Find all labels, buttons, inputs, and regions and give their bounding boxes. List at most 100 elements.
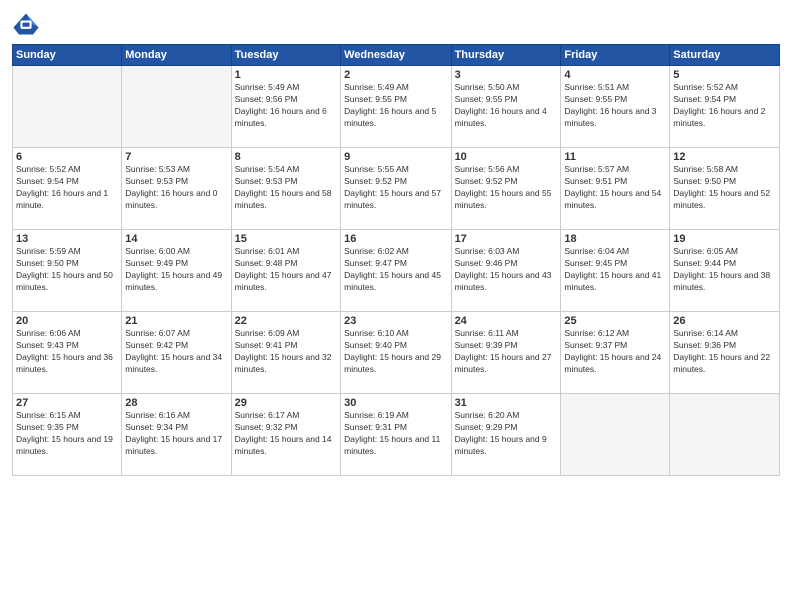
day-info: Sunrise: 6:16 AMSunset: 9:34 PMDaylight:… <box>125 410 227 458</box>
header-wednesday: Wednesday <box>341 45 451 66</box>
day-number: 12 <box>673 151 776 163</box>
day-info: Sunrise: 5:56 AMSunset: 9:52 PMDaylight:… <box>455 164 558 212</box>
page-container: Sunday Monday Tuesday Wednesday Thursday… <box>0 0 792 486</box>
day-number: 7 <box>125 151 227 163</box>
header-tuesday: Tuesday <box>231 45 340 66</box>
day-number: 31 <box>455 397 558 409</box>
day-info: Sunrise: 6:03 AMSunset: 9:46 PMDaylight:… <box>455 246 558 294</box>
day-info: Sunrise: 6:01 AMSunset: 9:48 PMDaylight:… <box>235 246 337 294</box>
day-info: Sunrise: 5:49 AMSunset: 9:55 PMDaylight:… <box>344 82 447 130</box>
calendar-cell: 17Sunrise: 6:03 AMSunset: 9:46 PMDayligh… <box>451 230 561 312</box>
day-number: 20 <box>16 315 118 327</box>
calendar-cell: 28Sunrise: 6:16 AMSunset: 9:34 PMDayligh… <box>122 394 231 476</box>
day-number: 11 <box>564 151 666 163</box>
day-number: 18 <box>564 233 666 245</box>
calendar-cell: 13Sunrise: 5:59 AMSunset: 9:50 PMDayligh… <box>13 230 122 312</box>
calendar-cell: 18Sunrise: 6:04 AMSunset: 9:45 PMDayligh… <box>561 230 670 312</box>
day-info: Sunrise: 6:00 AMSunset: 9:49 PMDaylight:… <box>125 246 227 294</box>
calendar-week-row-3: 13Sunrise: 5:59 AMSunset: 9:50 PMDayligh… <box>13 230 780 312</box>
calendar-cell: 21Sunrise: 6:07 AMSunset: 9:42 PMDayligh… <box>122 312 231 394</box>
day-info: Sunrise: 6:04 AMSunset: 9:45 PMDaylight:… <box>564 246 666 294</box>
day-number: 14 <box>125 233 227 245</box>
calendar-cell: 8Sunrise: 5:54 AMSunset: 9:53 PMDaylight… <box>231 148 340 230</box>
calendar-cell: 25Sunrise: 6:12 AMSunset: 9:37 PMDayligh… <box>561 312 670 394</box>
day-info: Sunrise: 5:52 AMSunset: 9:54 PMDaylight:… <box>673 82 776 130</box>
calendar-cell: 10Sunrise: 5:56 AMSunset: 9:52 PMDayligh… <box>451 148 561 230</box>
calendar-cell: 29Sunrise: 6:17 AMSunset: 9:32 PMDayligh… <box>231 394 340 476</box>
header <box>12 10 780 38</box>
header-friday: Friday <box>561 45 670 66</box>
day-number: 6 <box>16 151 118 163</box>
day-number: 9 <box>344 151 447 163</box>
logo-icon <box>12 10 40 38</box>
calendar-cell: 22Sunrise: 6:09 AMSunset: 9:41 PMDayligh… <box>231 312 340 394</box>
calendar-cell: 24Sunrise: 6:11 AMSunset: 9:39 PMDayligh… <box>451 312 561 394</box>
calendar-cell: 1Sunrise: 5:49 AMSunset: 9:56 PMDaylight… <box>231 66 340 148</box>
day-info: Sunrise: 6:11 AMSunset: 9:39 PMDaylight:… <box>455 328 558 376</box>
calendar-cell <box>561 394 670 476</box>
calendar-cell: 27Sunrise: 6:15 AMSunset: 9:35 PMDayligh… <box>13 394 122 476</box>
day-number: 26 <box>673 315 776 327</box>
calendar-cell: 2Sunrise: 5:49 AMSunset: 9:55 PMDaylight… <box>341 66 451 148</box>
calendar-week-row-2: 6Sunrise: 5:52 AMSunset: 9:54 PMDaylight… <box>13 148 780 230</box>
day-info: Sunrise: 6:14 AMSunset: 9:36 PMDaylight:… <box>673 328 776 376</box>
calendar-cell <box>670 394 780 476</box>
day-info: Sunrise: 6:02 AMSunset: 9:47 PMDaylight:… <box>344 246 447 294</box>
day-number: 27 <box>16 397 118 409</box>
calendar-cell: 26Sunrise: 6:14 AMSunset: 9:36 PMDayligh… <box>670 312 780 394</box>
day-info: Sunrise: 5:59 AMSunset: 9:50 PMDaylight:… <box>16 246 118 294</box>
calendar-cell <box>122 66 231 148</box>
day-number: 2 <box>344 69 447 81</box>
day-number: 4 <box>564 69 666 81</box>
day-info: Sunrise: 6:17 AMSunset: 9:32 PMDaylight:… <box>235 410 337 458</box>
calendar-cell: 15Sunrise: 6:01 AMSunset: 9:48 PMDayligh… <box>231 230 340 312</box>
day-number: 16 <box>344 233 447 245</box>
calendar-cell: 4Sunrise: 5:51 AMSunset: 9:55 PMDaylight… <box>561 66 670 148</box>
day-info: Sunrise: 6:06 AMSunset: 9:43 PMDaylight:… <box>16 328 118 376</box>
day-number: 24 <box>455 315 558 327</box>
calendar-cell: 7Sunrise: 5:53 AMSunset: 9:53 PMDaylight… <box>122 148 231 230</box>
day-number: 1 <box>235 69 337 81</box>
day-info: Sunrise: 5:50 AMSunset: 9:55 PMDaylight:… <box>455 82 558 130</box>
logo <box>12 10 44 38</box>
day-info: Sunrise: 5:55 AMSunset: 9:52 PMDaylight:… <box>344 164 447 212</box>
day-number: 3 <box>455 69 558 81</box>
calendar-cell: 5Sunrise: 5:52 AMSunset: 9:54 PMDaylight… <box>670 66 780 148</box>
day-info: Sunrise: 6:09 AMSunset: 9:41 PMDaylight:… <box>235 328 337 376</box>
day-number: 29 <box>235 397 337 409</box>
calendar-week-row-4: 20Sunrise: 6:06 AMSunset: 9:43 PMDayligh… <box>13 312 780 394</box>
calendar-week-row-5: 27Sunrise: 6:15 AMSunset: 9:35 PMDayligh… <box>13 394 780 476</box>
day-info: Sunrise: 6:20 AMSunset: 9:29 PMDaylight:… <box>455 410 558 458</box>
calendar-cell: 3Sunrise: 5:50 AMSunset: 9:55 PMDaylight… <box>451 66 561 148</box>
day-number: 15 <box>235 233 337 245</box>
header-sunday: Sunday <box>13 45 122 66</box>
day-number: 28 <box>125 397 227 409</box>
day-info: Sunrise: 6:05 AMSunset: 9:44 PMDaylight:… <box>673 246 776 294</box>
calendar-cell: 16Sunrise: 6:02 AMSunset: 9:47 PMDayligh… <box>341 230 451 312</box>
calendar-cell: 6Sunrise: 5:52 AMSunset: 9:54 PMDaylight… <box>13 148 122 230</box>
header-saturday: Saturday <box>670 45 780 66</box>
day-number: 13 <box>16 233 118 245</box>
day-number: 22 <box>235 315 337 327</box>
calendar-cell: 12Sunrise: 5:58 AMSunset: 9:50 PMDayligh… <box>670 148 780 230</box>
day-info: Sunrise: 5:58 AMSunset: 9:50 PMDaylight:… <box>673 164 776 212</box>
calendar-cell: 31Sunrise: 6:20 AMSunset: 9:29 PMDayligh… <box>451 394 561 476</box>
day-number: 25 <box>564 315 666 327</box>
day-number: 19 <box>673 233 776 245</box>
day-info: Sunrise: 5:54 AMSunset: 9:53 PMDaylight:… <box>235 164 337 212</box>
day-number: 21 <box>125 315 227 327</box>
day-info: Sunrise: 6:10 AMSunset: 9:40 PMDaylight:… <box>344 328 447 376</box>
calendar-cell: 30Sunrise: 6:19 AMSunset: 9:31 PMDayligh… <box>341 394 451 476</box>
day-info: Sunrise: 5:51 AMSunset: 9:55 PMDaylight:… <box>564 82 666 130</box>
day-info: Sunrise: 6:19 AMSunset: 9:31 PMDaylight:… <box>344 410 447 458</box>
calendar-cell <box>13 66 122 148</box>
day-info: Sunrise: 6:15 AMSunset: 9:35 PMDaylight:… <box>16 410 118 458</box>
weekday-header-row: Sunday Monday Tuesday Wednesday Thursday… <box>13 45 780 66</box>
calendar-week-row-1: 1Sunrise: 5:49 AMSunset: 9:56 PMDaylight… <box>13 66 780 148</box>
day-info: Sunrise: 5:52 AMSunset: 9:54 PMDaylight:… <box>16 164 118 212</box>
calendar-cell: 20Sunrise: 6:06 AMSunset: 9:43 PMDayligh… <box>13 312 122 394</box>
calendar-table: Sunday Monday Tuesday Wednesday Thursday… <box>12 44 780 476</box>
day-info: Sunrise: 5:49 AMSunset: 9:56 PMDaylight:… <box>235 82 337 130</box>
calendar-cell: 14Sunrise: 6:00 AMSunset: 9:49 PMDayligh… <box>122 230 231 312</box>
day-info: Sunrise: 6:12 AMSunset: 9:37 PMDaylight:… <box>564 328 666 376</box>
